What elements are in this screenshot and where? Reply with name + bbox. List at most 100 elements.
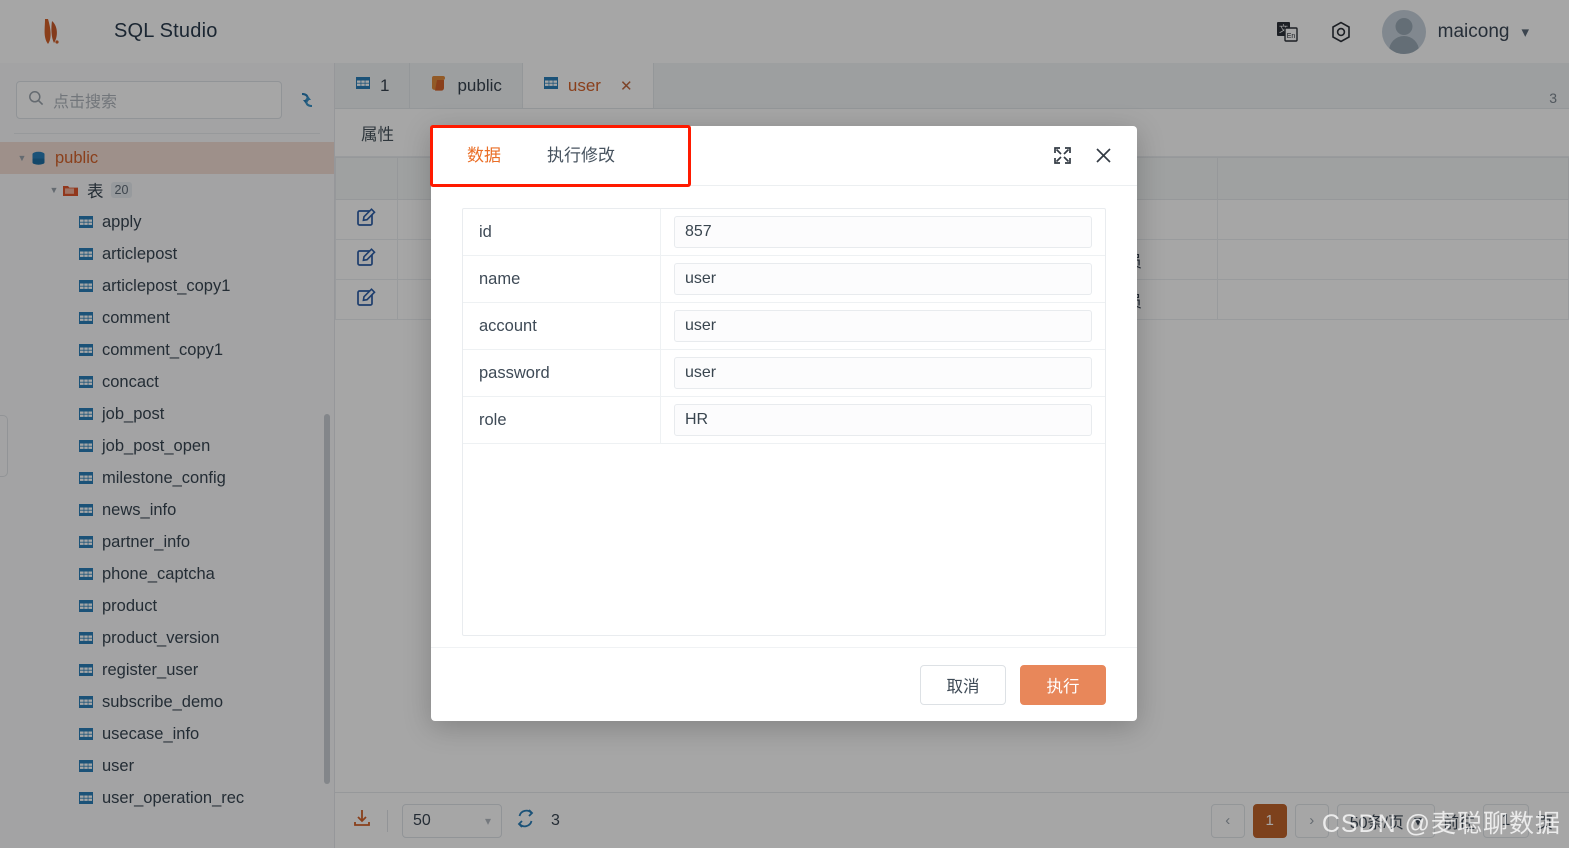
gear-hexagon-icon[interactable]	[1328, 19, 1354, 45]
table-icon	[78, 278, 94, 294]
sidebar-db-label: public	[55, 148, 99, 167]
tab-attributes[interactable]: 属性	[361, 121, 394, 145]
chevron-left-icon: ‹	[1225, 812, 1231, 829]
chevron-down-icon[interactable]: ▾	[1521, 23, 1529, 41]
search-icon	[28, 90, 44, 111]
sidebar-table-label: articlepost	[102, 244, 178, 263]
refresh-rows-icon[interactable]	[516, 808, 537, 834]
table-icon	[78, 342, 94, 358]
sidebar-table-label: apply	[102, 212, 142, 231]
close-icon[interactable]: ✕	[620, 77, 633, 95]
sidebar-item-user[interactable]: user	[0, 750, 334, 782]
tab-public[interactable]: public	[410, 63, 523, 108]
tab-user[interactable]: user ✕	[522, 63, 654, 108]
sidebar-item-partner_info[interactable]: partner_info	[0, 526, 334, 558]
sqlstudio-logo-icon[interactable]	[32, 12, 72, 52]
sidebar-table-label: usecase_info	[102, 724, 200, 743]
sidebar-table-list: apply articlepost articlepost_copy1comment…	[0, 206, 334, 814]
sidebar-item-usecase_info[interactable]: usecase_info	[0, 718, 334, 750]
chevron-right-icon: ›	[1309, 812, 1315, 829]
field-input-role[interactable]	[674, 404, 1092, 436]
modal-body: idnameaccountpasswordrole	[431, 186, 1137, 647]
field-row-id: id	[463, 209, 1105, 256]
chevron-down-icon[interactable]: ▼	[14, 153, 30, 163]
user-name: maicong	[1437, 20, 1510, 42]
table-icon	[78, 630, 94, 646]
modal-tab-data[interactable]: 数据	[461, 127, 507, 185]
sidebar-item-articlepost_copy1[interactable]: articlepost_copy1	[0, 270, 334, 302]
app-title: SQL Studio	[114, 20, 218, 42]
chevron-down-icon[interactable]: ▾	[485, 814, 491, 828]
sidebar-item-job_post[interactable]: job_post	[0, 398, 334, 430]
sidebar-item-comment_copy1[interactable]: comment_copy1	[0, 334, 334, 366]
edit-pencil-icon[interactable]	[335, 239, 398, 280]
sidebar-tables-count: 20	[110, 182, 133, 198]
sidebar-item-user_operation_rec[interactable]: user_operation_rec	[0, 782, 334, 814]
field-value-wrap	[661, 303, 1105, 349]
field-input-id[interactable]	[674, 216, 1092, 248]
sidebar-collapse-handle[interactable]	[0, 415, 8, 477]
sidebar-table-label: comment	[102, 308, 170, 327]
close-icon[interactable]	[1094, 146, 1113, 165]
sidebar-item-public-database[interactable]: ▼ public	[0, 142, 334, 174]
folder-icon	[62, 182, 79, 199]
field-value-wrap	[661, 209, 1105, 255]
sidebar-table-label: milestone_config	[102, 468, 226, 487]
sidebar-item-job_post_open[interactable]: job_post_open	[0, 430, 334, 462]
search-input[interactable]: 点击搜索	[16, 81, 282, 119]
tab-label: public	[457, 75, 502, 95]
goto-prefix-label: 前往	[1442, 814, 1475, 832]
refresh-sync-icon[interactable]	[296, 89, 318, 111]
sidebar-item-tables-group[interactable]: ▼ 表 20	[0, 174, 334, 206]
sidebar-item-comment[interactable]: comment	[0, 302, 334, 334]
sidebar-scrollbar[interactable]	[324, 414, 330, 784]
modal-header: 数据 执行修改	[430, 125, 1137, 187]
field-input-name[interactable]	[674, 263, 1092, 295]
pagination-page-1[interactable]: 1	[1252, 803, 1287, 838]
sidebar-item-apply[interactable]: apply	[0, 206, 334, 238]
pagination-next[interactable]: ›	[1294, 803, 1329, 838]
field-label: role	[463, 397, 661, 443]
table-icon	[355, 75, 371, 96]
chevron-down-icon[interactable]: ▾	[1414, 811, 1422, 831]
sidebar-item-concact[interactable]: concact	[0, 366, 334, 398]
page-size-select[interactable]: 50 ▾	[402, 803, 502, 838]
sidebar-item-product_version[interactable]: product_version	[0, 622, 334, 654]
search-placeholder: 点击搜索	[53, 94, 118, 111]
field-label: account	[463, 303, 661, 349]
modal-tab-execute-changes[interactable]: 执行修改	[541, 127, 621, 185]
sidebar-item-phone_captcha[interactable]: phone_captcha	[0, 558, 334, 590]
edit-pencil-icon[interactable]	[335, 279, 398, 320]
table-icon	[78, 374, 94, 390]
sidebar-item-product[interactable]: product	[0, 590, 334, 622]
execute-button[interactable]: 执行	[1020, 664, 1106, 705]
sidebar-item-news_info[interactable]: news_info	[0, 494, 334, 526]
sidebar-item-register_user[interactable]: register_user	[0, 654, 334, 686]
translate-icon[interactable]: 文 En	[1274, 19, 1300, 45]
cancel-button[interactable]: 取消	[920, 664, 1006, 705]
sidebar-item-subscribe_demo[interactable]: subscribe_demo	[0, 686, 334, 718]
goto-page-input[interactable]	[1482, 803, 1529, 838]
tab-1[interactable]: 1	[335, 63, 411, 108]
sidebar-item-articlepost[interactable]: articlepost	[0, 238, 334, 270]
grid-col-filler	[1217, 157, 1569, 200]
editor-tab-bar: 1 public user ✕ 3	[335, 63, 1569, 109]
field-input-account[interactable]	[674, 310, 1092, 342]
top-bar-right: 文 En maicong ▾	[1274, 9, 1529, 54]
scroll-icon	[430, 74, 448, 97]
pagination-prev[interactable]: ‹	[1210, 803, 1245, 838]
pagination-size-select[interactable]: 50条/页 ▾	[1336, 803, 1435, 838]
table-icon	[78, 502, 94, 518]
pagination: ‹ 1 › 50条/页 ▾ 前往 页	[1210, 803, 1553, 838]
field-input-password[interactable]	[674, 357, 1092, 389]
modal-footer: 取消 执行	[431, 647, 1137, 721]
table-icon	[78, 790, 94, 806]
user-menu[interactable]: maicong ▾	[1381, 9, 1529, 54]
table-icon	[78, 214, 94, 230]
expand-fullscreen-icon[interactable]	[1053, 146, 1072, 165]
download-icon[interactable]	[351, 807, 373, 834]
chevron-down-icon[interactable]: ▼	[46, 185, 62, 195]
sidebar-item-milestone_config[interactable]: milestone_config	[0, 462, 334, 494]
field-row-account: account	[463, 303, 1105, 350]
edit-pencil-icon[interactable]	[335, 199, 398, 240]
